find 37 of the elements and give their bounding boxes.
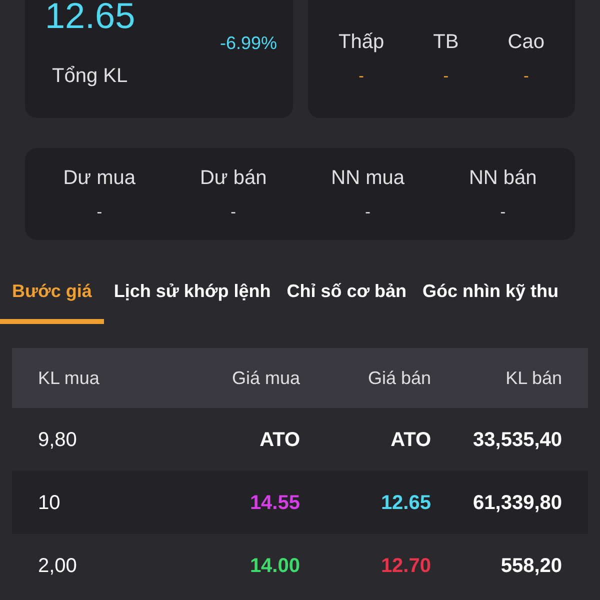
table-cell-text: 9,80 [38, 428, 78, 452]
summary-value: - [500, 203, 506, 223]
column-header: Giá mua [230, 366, 300, 390]
volume-label: Tổng KL [52, 64, 129, 89]
range-value: - [443, 67, 449, 87]
tab[interactable]: Chỉ số cơ bản [280, 278, 413, 324]
summary-label: Dư bán [200, 166, 267, 191]
table-cell-text: ATO [258, 428, 300, 452]
tab[interactable]: Lịch sử khớp lệnh [108, 278, 277, 324]
table-cell-text: 61,339,80 [472, 490, 562, 516]
summary-label: Dư mua [63, 166, 136, 191]
summary-value: - [230, 203, 236, 223]
summary-label: NN mua [331, 166, 405, 191]
table-cell-text: 12.65 [380, 490, 431, 516]
table-cell-text: 10 [38, 490, 62, 516]
change-percent: -6.99% [220, 32, 277, 55]
summary-label: NN bán [468, 166, 537, 191]
table-cell-text: ATO [390, 428, 431, 452]
tab[interactable]: Góc nhìn kỹ thu [416, 278, 565, 324]
table-cell-text: 2,00 [38, 554, 78, 578]
column-header: Giá bán [366, 366, 431, 390]
range-value: - [523, 67, 529, 87]
column-header: KL bán [504, 366, 562, 390]
tab[interactable]: Bước giá [0, 278, 104, 324]
range-value: - [358, 67, 364, 87]
table-cell-text: 12.70 [380, 554, 431, 578]
table-cell-text: 558,20 [500, 554, 562, 578]
column-header: KL mua [38, 366, 100, 390]
summary-value: - [96, 203, 102, 223]
table-cell-text: 14.55 [248, 490, 300, 516]
summary-value: - [365, 203, 370, 223]
range-label: TB [433, 30, 459, 55]
range-label: Cao [508, 30, 544, 55]
table-cell-text: 14.00 [248, 554, 300, 578]
table-cell-text: 33,535,40 [472, 428, 562, 452]
price: 12.65 [45, 0, 136, 34]
range-label: Thấp [338, 30, 384, 55]
